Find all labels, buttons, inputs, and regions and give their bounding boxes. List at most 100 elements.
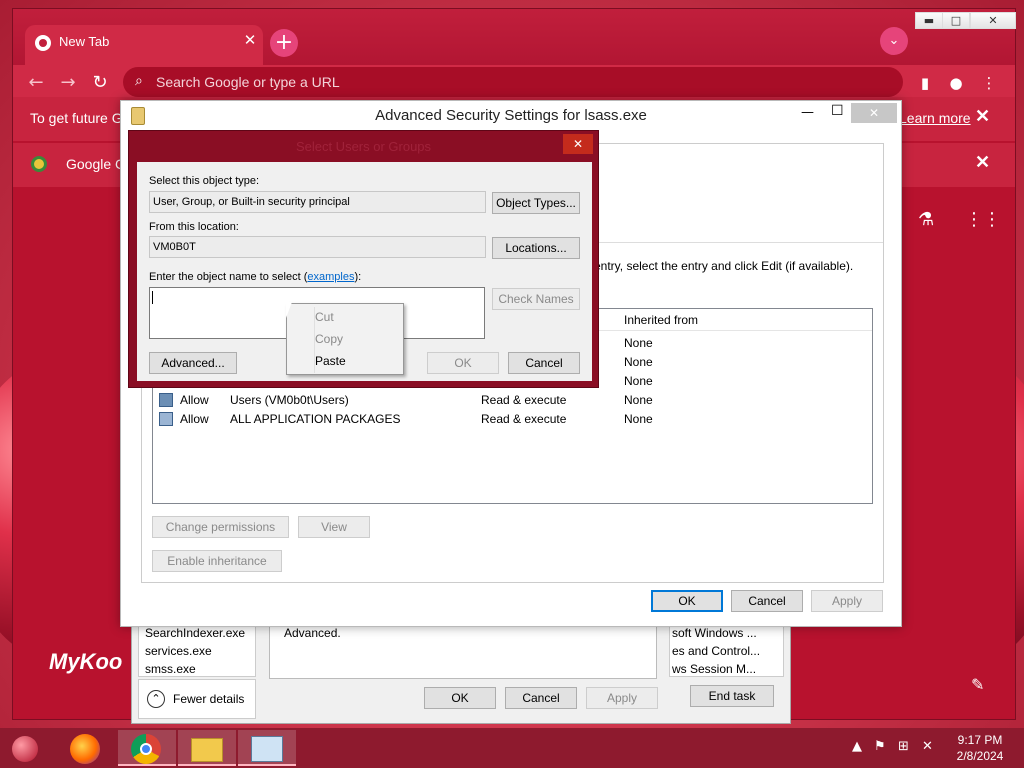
side-panel-icon[interactable]: ▮ xyxy=(915,73,935,93)
object-type-field: User, Group, or Built-in security princi… xyxy=(149,191,486,213)
service-item[interactable]: es and Control... xyxy=(672,644,760,658)
process-item[interactable]: SearchIndexer.exe xyxy=(145,626,245,640)
close-icon[interactable]: ✕ xyxy=(851,103,897,123)
browser-toolbar: ← → ↻ ⌕ Search Google or type a URL ▮ ● … xyxy=(13,65,1015,101)
close-tab-icon[interactable]: ✕ xyxy=(241,31,259,49)
cell-type: Allow xyxy=(180,393,209,407)
packages-icon xyxy=(159,412,173,426)
chrome-icon-center xyxy=(140,743,152,755)
label-text: ): xyxy=(354,271,362,283)
start-ornament-icon xyxy=(12,736,38,762)
show-hidden-icons-icon[interactable]: ▲ xyxy=(852,739,862,754)
dialog-titlebar: Select Users or Groups ✕ xyxy=(129,131,598,161)
close-window-button[interactable]: ✕ xyxy=(970,12,1016,29)
view-button[interactable]: View xyxy=(298,516,370,538)
ok-button[interactable]: OK xyxy=(427,352,499,374)
profile-icon[interactable]: ● xyxy=(946,73,966,93)
menu-icon[interactable]: ⋮ xyxy=(979,73,999,93)
column-header-inherited[interactable]: Inherited from xyxy=(624,313,698,327)
clock[interactable]: 9:17 PM 2/8/2024 xyxy=(940,732,1020,764)
location-label: From this location: xyxy=(149,221,239,233)
menu-item-paste[interactable]: Paste xyxy=(315,354,346,368)
tab-search-button[interactable]: ⌄ xyxy=(880,27,908,55)
labs-icon[interactable]: ⚗ xyxy=(918,209,934,230)
mouse-cursor xyxy=(286,302,292,318)
minimize-button[interactable]: ▬ xyxy=(915,12,943,29)
reload-icon[interactable]: ↻ xyxy=(87,70,113,96)
apply-button[interactable]: Apply xyxy=(811,590,883,612)
cell-inherited: None xyxy=(624,374,653,388)
examples-link[interactable]: examples xyxy=(307,271,354,283)
cell-inherited: None xyxy=(624,336,653,350)
action-center-flag-icon[interactable]: ⚑ xyxy=(874,739,886,754)
taskbar: ▲ ⚑ ⊞ ✕ 9:17 PM 2/8/2024 xyxy=(0,728,1024,768)
address-bar[interactable]: ⌕ Search Google or type a URL xyxy=(123,67,903,97)
forward-icon[interactable]: → xyxy=(55,70,81,96)
text-caret xyxy=(152,291,153,304)
minimize-icon[interactable]: — xyxy=(801,105,814,120)
menu-item-cut[interactable]: Cut xyxy=(315,310,334,324)
ok-button[interactable]: OK xyxy=(651,590,723,612)
advanced-button[interactable]: Advanced... xyxy=(149,352,237,374)
service-item[interactable]: soft Windows ... xyxy=(672,626,757,640)
enable-inheritance-button[interactable]: Enable inheritance xyxy=(152,550,282,572)
learn-more-link[interactable]: Learn more xyxy=(899,110,971,126)
dialog-titlebar: Advanced Security Settings for lsass.exe… xyxy=(121,101,901,132)
location-field: VM0B0T xyxy=(149,236,486,258)
volume-muted-icon[interactable]: ✕ xyxy=(922,739,933,754)
process-list: SearchIndexer.exe services.exe smss.exe xyxy=(138,621,256,677)
cancel-button[interactable]: Cancel xyxy=(508,352,580,374)
infobar-text: Google Cl xyxy=(66,156,129,172)
cell-type: Allow xyxy=(180,412,209,426)
new-tab-button[interactable]: + xyxy=(270,29,298,57)
object-name-label: Enter the object name to select (example… xyxy=(149,271,361,283)
taskbar-firefox[interactable] xyxy=(58,730,116,766)
check-names-button[interactable]: Check Names xyxy=(492,288,580,310)
fewer-details-link[interactable]: Fewer details xyxy=(173,692,244,706)
task-manager-icon xyxy=(251,736,283,762)
instruction-text: entry, select the entry and click Edit (… xyxy=(594,259,854,273)
cell-inherited: None xyxy=(624,355,653,369)
object-types-button[interactable]: Object Types... xyxy=(492,192,580,214)
clock-date: 2/8/2024 xyxy=(956,749,1004,763)
locations-button[interactable]: Locations... xyxy=(492,237,580,259)
maximize-button[interactable]: □ xyxy=(942,12,970,29)
cancel-button[interactable]: Cancel xyxy=(731,590,803,612)
table-row[interactable]: Allow Users (VM0b0t\Users) Read & execut… xyxy=(153,391,872,410)
end-task-button[interactable]: End task xyxy=(690,685,774,707)
apps-grid-icon[interactable]: ⋮⋮ xyxy=(965,209,1001,230)
dialog-title: Select Users or Groups xyxy=(295,139,432,154)
clock-time: 9:17 PM xyxy=(957,733,1003,747)
fewer-details-panel: ⌃ Fewer details xyxy=(138,679,256,719)
properties-text: Advanced. xyxy=(284,626,341,640)
change-permissions-button[interactable]: Change permissions xyxy=(152,516,289,538)
network-icon[interactable]: ⊞ xyxy=(898,739,909,754)
close-infobar-icon[interactable]: ✕ xyxy=(975,152,990,173)
process-item[interactable]: services.exe xyxy=(145,644,212,658)
taskmgr-apply-button[interactable]: Apply xyxy=(586,687,658,709)
omnibox-placeholder: Search Google or type a URL xyxy=(156,74,340,90)
tab-title: New Tab xyxy=(59,34,110,49)
tab-new-tab[interactable]: New Tab ✕ xyxy=(25,25,263,65)
tab-strip: New Tab ✕ + ⌄ ▬ □ ✕ xyxy=(13,9,1016,65)
object-type-label: Select this object type: xyxy=(149,175,260,187)
cell-inherited: None xyxy=(624,412,653,426)
service-item[interactable]: ws Session M... xyxy=(672,662,756,676)
cell-inherited: None xyxy=(624,393,653,407)
menu-item-copy[interactable]: Copy xyxy=(315,332,343,346)
start-button[interactable] xyxy=(0,730,52,766)
table-row[interactable]: Allow ALL APPLICATION PACKAGES Read & ex… xyxy=(153,410,872,429)
close-icon[interactable]: ✕ xyxy=(563,134,593,154)
customize-pencil-icon[interactable]: ✎ xyxy=(971,675,984,694)
taskbar-chrome[interactable] xyxy=(118,730,176,766)
taskmgr-ok-button[interactable]: OK xyxy=(424,687,496,709)
maximize-icon[interactable]: ☐ xyxy=(831,103,844,119)
taskbar-task-manager[interactable] xyxy=(238,730,296,766)
services-list: soft Windows ... es and Control... ws Se… xyxy=(669,621,784,677)
taskmgr-cancel-button[interactable]: Cancel xyxy=(505,687,577,709)
close-infobar-icon[interactable]: ✕ xyxy=(975,106,990,127)
process-item[interactable]: smss.exe xyxy=(145,662,196,676)
back-icon[interactable]: ← xyxy=(23,70,49,96)
taskbar-file-explorer[interactable] xyxy=(178,730,236,766)
chevron-up-icon[interactable]: ⌃ xyxy=(147,690,165,708)
